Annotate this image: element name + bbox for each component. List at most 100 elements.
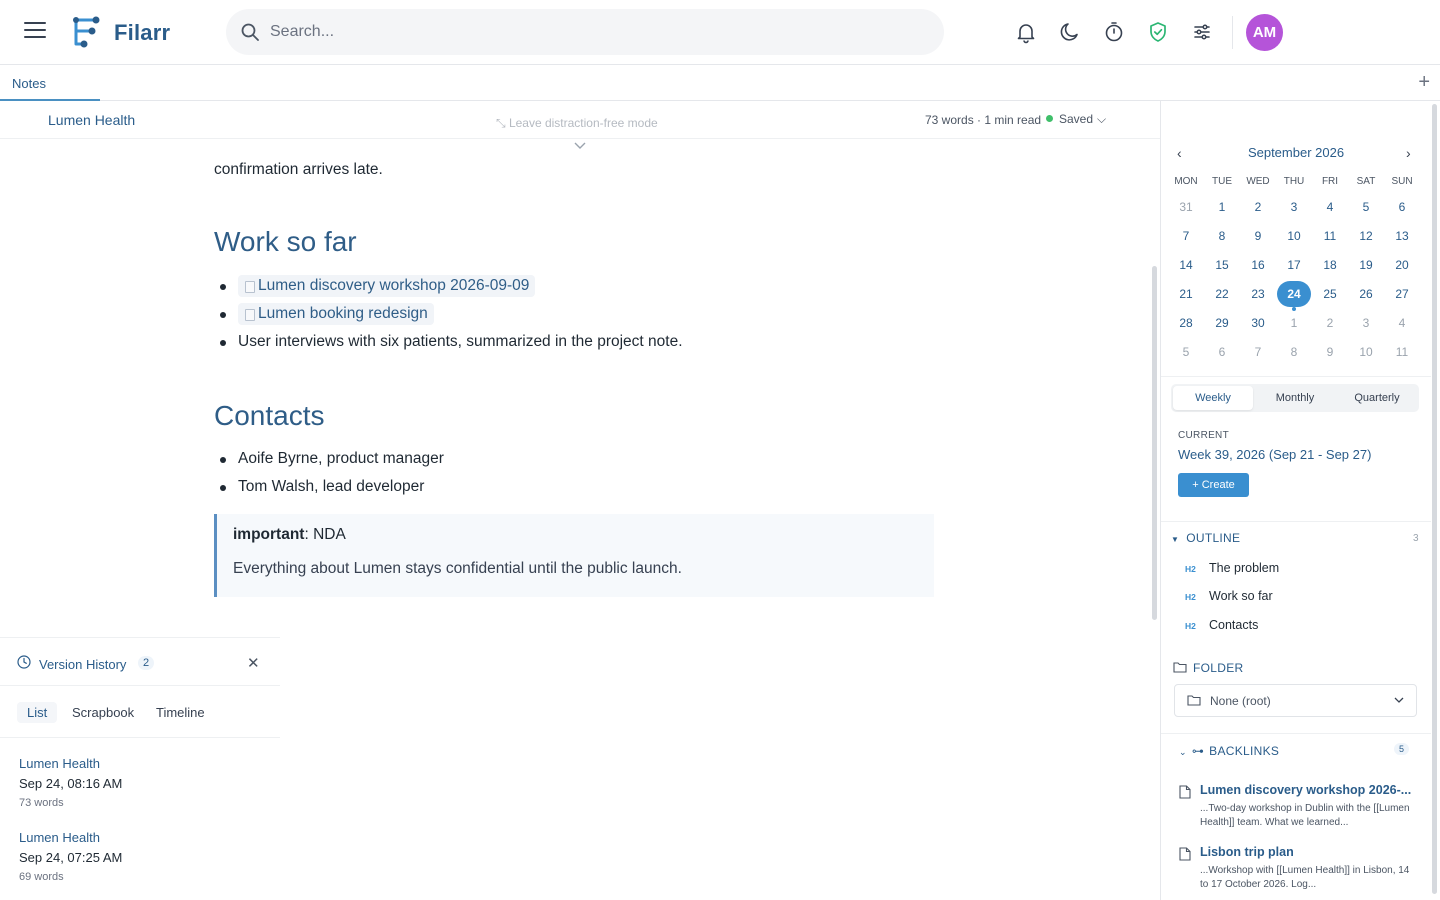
calendar-day[interactable]: 5 — [1349, 194, 1383, 220]
calendar-day[interactable]: 29 — [1205, 310, 1239, 336]
calendar-day[interactable]: 3 — [1349, 310, 1383, 336]
calendar-day[interactable]: 21 — [1169, 281, 1203, 307]
calendar-day[interactable]: 1 — [1277, 310, 1311, 336]
calendar-day[interactable]: 13 — [1385, 223, 1419, 249]
h2-tag: H2 — [1185, 592, 1196, 602]
shield-check-icon[interactable] — [1146, 20, 1170, 44]
create-button[interactable]: + Create — [1178, 473, 1249, 497]
calendar-day[interactable]: 10 — [1349, 339, 1383, 365]
search-input[interactable] — [270, 9, 930, 55]
outline-header[interactable]: ▼ OUTLINE — [1171, 531, 1240, 545]
calendar-day[interactable]: 16 — [1241, 252, 1275, 278]
calendar-day[interactable]: 9 — [1313, 339, 1347, 365]
calendar-day[interactable]: 11 — [1385, 339, 1419, 365]
tab-scrapbook[interactable]: Scrapbook — [62, 702, 144, 723]
backlinks-count-badge: 5 — [1394, 743, 1410, 755]
list-item: Aoife Byrne, product manager — [214, 445, 444, 473]
calendar-day[interactable]: 3 — [1277, 194, 1311, 220]
weekday-label: FRI — [1321, 176, 1339, 187]
calendar-day[interactable]: 6 — [1385, 194, 1419, 220]
calendar-day[interactable]: 4 — [1313, 194, 1347, 220]
calendar-day[interactable]: 18 — [1313, 252, 1347, 278]
calendar-day[interactable]: 26 — [1349, 281, 1383, 307]
saved-label: Saved — [1059, 112, 1094, 126]
calendar-day[interactable]: 20 — [1385, 252, 1419, 278]
sliders-icon[interactable] — [1190, 20, 1214, 44]
outline-item[interactable]: H2 Work so far — [1185, 589, 1273, 603]
calendar-day[interactable]: 1 — [1205, 194, 1239, 220]
calendar-day[interactable]: 10 — [1277, 223, 1311, 249]
chevron-down-icon: ⌄ — [1179, 747, 1187, 757]
calendar-day[interactable]: 31 — [1169, 194, 1203, 220]
search-bar[interactable] — [226, 9, 944, 55]
tab-timeline[interactable]: Timeline — [146, 702, 215, 723]
chevron-down-icon — [1394, 697, 1404, 703]
calendar-day[interactable]: 12 — [1349, 223, 1383, 249]
calendar-day[interactable]: 8 — [1205, 223, 1239, 249]
calendar-day[interactable]: 22 — [1205, 281, 1239, 307]
calendar-day[interactable]: 28 — [1169, 310, 1203, 336]
calendar-day[interactable]: 2 — [1313, 310, 1347, 336]
calendar-day[interactable]: 15 — [1205, 252, 1239, 278]
note-link-chip[interactable]: Lumen booking redesign — [238, 303, 434, 325]
chevron-down-icon[interactable] — [574, 141, 586, 151]
saved-status[interactable]: Saved ⌵ — [1046, 112, 1106, 127]
calendar-day[interactable]: 8 — [1277, 339, 1311, 365]
calendar-day[interactable]: 19 — [1349, 252, 1383, 278]
calendar-day[interactable]: 11 — [1313, 223, 1347, 249]
next-month-icon[interactable]: › — [1406, 145, 1411, 161]
divider — [1161, 733, 1431, 734]
calendar-day[interactable]: 7 — [1241, 339, 1275, 365]
calendar-day[interactable]: 25 — [1313, 281, 1347, 307]
caret-down-icon: ▼ — [1171, 535, 1180, 544]
weekday-label: THU — [1283, 176, 1305, 187]
close-icon[interactable]: ✕ — [247, 654, 260, 672]
calendar-day[interactable]: 23 — [1241, 281, 1275, 307]
outline-item[interactable]: H2 The problem — [1185, 561, 1279, 575]
tab-notes[interactable]: Notes — [0, 65, 100, 101]
calendar-day[interactable]: 24 — [1277, 281, 1311, 311]
calendar-day[interactable]: 14 — [1169, 252, 1203, 278]
avatar[interactable]: AM — [1246, 14, 1283, 51]
version-history-panel: Version History 2 ✕ List Scrapbook Timel… — [0, 637, 280, 900]
version-entry[interactable]: Lumen Health Sep 24, 08:16 AM 73 words — [19, 755, 122, 811]
backlink-item[interactable]: Lisbon trip plan ...Workshop with [[Lume… — [1177, 845, 1417, 895]
list-item: Lumen discovery workshop 2026-09-09 — [214, 272, 683, 300]
calendar-day[interactable]: 9 — [1241, 223, 1275, 249]
calendar-day[interactable]: 6 — [1205, 339, 1239, 365]
note-link-chip[interactable]: Lumen discovery workshop 2026-09-09 — [238, 275, 536, 297]
quarterly-button[interactable]: Quarterly — [1337, 386, 1417, 410]
current-week[interactable]: Week 39, 2026 (Sep 21 - Sep 27) — [1178, 447, 1371, 462]
version-entry[interactable]: Lumen Health Sep 24, 07:25 AM 69 words — [19, 829, 122, 885]
calendar-day[interactable]: 2 — [1241, 194, 1275, 220]
version-history-tabs: List Scrapbook Timeline — [0, 686, 280, 738]
backlinks-header[interactable]: ⌄ ⊶ BACKLINKS — [1179, 744, 1279, 758]
backlink-title: Lisbon trip plan — [1200, 845, 1294, 859]
outline-item-label: Work so far — [1209, 589, 1273, 603]
calendar-day[interactable]: 4 — [1385, 310, 1419, 336]
calendar-day[interactable]: 7 — [1169, 223, 1203, 249]
menu-icon[interactable] — [24, 22, 46, 42]
add-tab-icon[interactable]: + — [1418, 71, 1430, 94]
leave-distraction-free-button[interactable]: ⤡ Leave distraction-free mode — [496, 116, 658, 131]
calendar-day[interactable]: 27 — [1385, 281, 1419, 307]
editor-scrollbar[interactable] — [1152, 266, 1157, 620]
filarr-logo-icon — [73, 16, 100, 48]
calendar-day[interactable]: 17 — [1277, 252, 1311, 278]
calendar-day[interactable]: 30 — [1241, 310, 1275, 336]
list-item: Lumen booking redesign — [214, 300, 683, 328]
moon-icon[interactable] — [1058, 20, 1082, 44]
calendar-day[interactable]: 5 — [1169, 339, 1203, 365]
right-sidebar: ‹ September 2026 › MON TUE WED THU FRI SAT SUN… — [1160, 101, 1431, 900]
monthly-button[interactable]: Monthly — [1255, 386, 1335, 410]
tab-list[interactable]: List — [17, 702, 58, 723]
outline-item[interactable]: H2 Contacts — [1185, 618, 1258, 632]
weekly-button[interactable]: Weekly — [1173, 386, 1253, 410]
document-title[interactable]: Lumen Health — [48, 112, 135, 128]
timer-icon[interactable] — [1102, 20, 1126, 44]
bell-icon[interactable] — [1014, 20, 1038, 44]
backlink-item[interactable]: Lumen discovery workshop 2026-... ...Two… — [1177, 783, 1417, 833]
callout-important: important: NDA Everything about Lumen st… — [214, 514, 934, 597]
sidebar-scrollbar[interactable] — [1432, 104, 1437, 894]
folder-select[interactable]: None (root) — [1174, 684, 1417, 717]
